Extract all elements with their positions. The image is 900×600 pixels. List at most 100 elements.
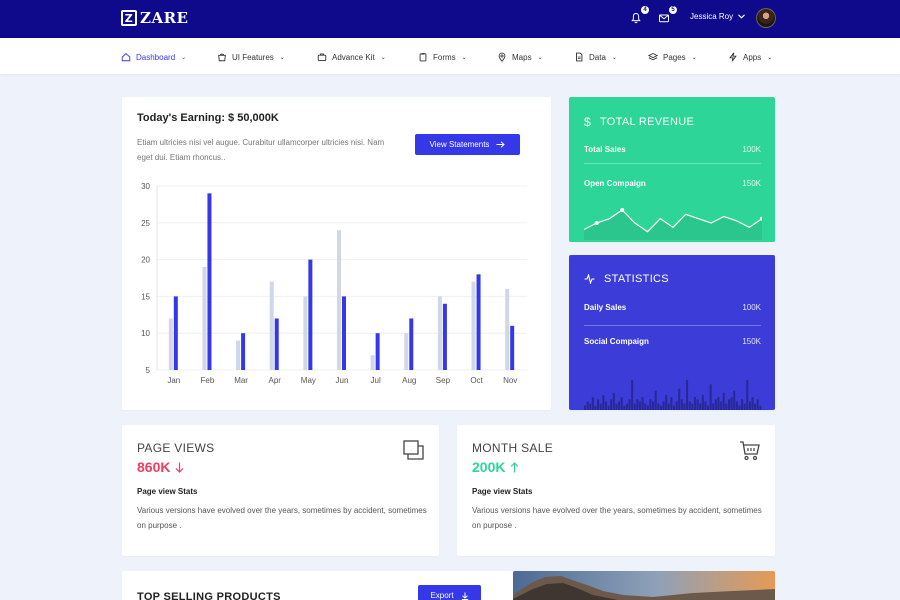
chart-bar xyxy=(342,296,346,370)
earnings-card: Today's Earning: $ 50,000K Etiam ultrici… xyxy=(122,97,551,410)
chevron-down-icon: ⌄ xyxy=(279,54,285,61)
stat-bar xyxy=(610,399,613,410)
stat-bar xyxy=(707,405,710,410)
stat-bar xyxy=(584,405,587,410)
month-sale-value: 200K xyxy=(472,459,519,475)
stat-bar xyxy=(741,399,744,410)
stat-bar xyxy=(751,397,754,410)
user-menu[interactable]: Jessica Roy xyxy=(690,12,746,21)
x-tick-label: Feb xyxy=(201,376,215,385)
statistics-row-value: 100K xyxy=(742,303,761,312)
x-tick-label: Sep xyxy=(436,376,451,385)
chart-bar xyxy=(269,281,274,370)
stat-bar xyxy=(636,399,639,410)
stat-bar xyxy=(633,403,636,410)
chart-bar xyxy=(437,296,442,370)
stat-bar xyxy=(759,405,762,410)
nav-item-ui-features[interactable]: UI Features ⌄ xyxy=(217,50,285,64)
x-tick-label: Jun xyxy=(336,376,349,385)
arrow-down-icon xyxy=(176,462,184,473)
nav-item-maps[interactable]: Maps ⌄ xyxy=(497,50,543,64)
stat-bar xyxy=(693,397,696,410)
stat-bar xyxy=(654,390,657,410)
nav-item-label: UI Features xyxy=(232,52,274,62)
stat-bar xyxy=(670,397,673,410)
stat-bar xyxy=(638,401,641,410)
stat-bar xyxy=(594,405,597,410)
chart-bar xyxy=(173,296,178,370)
revenue-row-label: Open Compaign xyxy=(584,179,646,188)
sparkline-area xyxy=(584,210,762,240)
landscape-image xyxy=(513,571,775,600)
brand-name: ZARE xyxy=(140,9,189,27)
stat-bar xyxy=(649,399,652,410)
stat-bar xyxy=(675,401,678,410)
bag-icon xyxy=(218,53,226,62)
nav-item-apps[interactable]: Apps ⌄ xyxy=(728,50,772,64)
month-sale-card: MONTH SALE 200K Page view Stats Various … xyxy=(457,425,775,556)
divider xyxy=(584,163,761,164)
chart-bar xyxy=(303,296,308,370)
stat-bar xyxy=(597,399,600,410)
stat-bar xyxy=(720,401,723,410)
month-sale-subtitle: Page view Stats xyxy=(472,487,533,496)
nav-item-advance-kit[interactable]: Advance Kit ⌄ xyxy=(317,50,386,64)
statistics-title: STATISTICS xyxy=(584,273,669,285)
chevron-down-icon: ⌄ xyxy=(461,54,467,61)
export-button[interactable]: Export xyxy=(418,585,481,600)
stat-bar xyxy=(641,397,644,410)
avatar[interactable] xyxy=(756,8,776,28)
document-icon xyxy=(576,52,583,62)
stat-bar xyxy=(748,401,751,410)
layers-icon xyxy=(648,52,658,61)
stat-bar xyxy=(591,397,594,410)
divider xyxy=(584,325,761,326)
x-tick-label: Jan xyxy=(167,376,180,385)
revenue-title-text: TOTAL REVENUE xyxy=(599,116,695,128)
stat-bar xyxy=(662,401,665,410)
notification-button[interactable]: 4 xyxy=(630,6,649,25)
nav-item-label: Advance Kit xyxy=(332,52,375,62)
stat-bar xyxy=(602,395,605,410)
page-views-card: PAGE VIEWS 860K Page view Stats Various … xyxy=(122,425,439,556)
nav-item-pages[interactable]: Pages ⌄ xyxy=(648,50,697,64)
stat-bar xyxy=(756,399,759,410)
y-tick-label: 5 xyxy=(146,366,151,375)
top-bar: Z ZARE 4 5 Jessica Roy xyxy=(0,0,900,38)
bell-icon xyxy=(631,13,641,24)
stat-bar xyxy=(631,380,634,410)
chart-bar xyxy=(236,340,241,370)
chart-bar xyxy=(476,274,481,370)
statistics-title-text: STATISTICS xyxy=(604,273,669,285)
earnings-chart: 30 25 20 15 10 5 Jan Feb Mar Apr May Jun Jul Aug Sep Oc… xyxy=(141,182,527,385)
stat-bar xyxy=(586,401,589,410)
statistics-row-daily-sales: Daily Sales 100K xyxy=(584,303,761,312)
stat-bar xyxy=(712,403,715,410)
x-tick-label: Apr xyxy=(269,376,282,385)
nav-item-dashboard[interactable]: Dashboard ⌄ xyxy=(121,50,186,64)
messages-button[interactable]: 5 xyxy=(658,6,677,25)
chart-bar xyxy=(370,355,375,370)
month-sale-description: Various versions have evolved over the y… xyxy=(472,506,762,530)
nav-item-forms[interactable]: Forms ⌄ xyxy=(418,50,467,64)
nav-item-data[interactable]: Data ⌄ xyxy=(574,50,617,64)
month-sale-number: 200K xyxy=(472,459,506,475)
stat-bar xyxy=(735,401,738,410)
statistics-card: STATISTICS Daily Sales 100K Social Compa… xyxy=(569,255,775,410)
brand-logo[interactable]: Z ZARE xyxy=(121,9,189,27)
month-sale-title: MONTH SALE xyxy=(472,441,554,455)
nav-item-label: Data xyxy=(589,52,606,62)
chevron-down-icon: ⌄ xyxy=(537,54,543,61)
lightning-icon xyxy=(729,52,737,62)
revenue-row-value: 100K xyxy=(742,145,761,154)
map-pin-icon xyxy=(498,52,506,62)
stat-bar xyxy=(691,403,694,410)
chevron-down-icon: ⌄ xyxy=(181,54,187,61)
y-tick-label: 10 xyxy=(141,329,150,338)
page-views-subtitle: Page view Stats xyxy=(137,487,198,496)
chart-bar xyxy=(168,318,173,370)
sparkline-point xyxy=(594,221,599,225)
stat-bar xyxy=(673,405,676,410)
stat-bar xyxy=(604,401,607,410)
revenue-row-open-compaign: Open Compaign 150K xyxy=(584,179,761,188)
